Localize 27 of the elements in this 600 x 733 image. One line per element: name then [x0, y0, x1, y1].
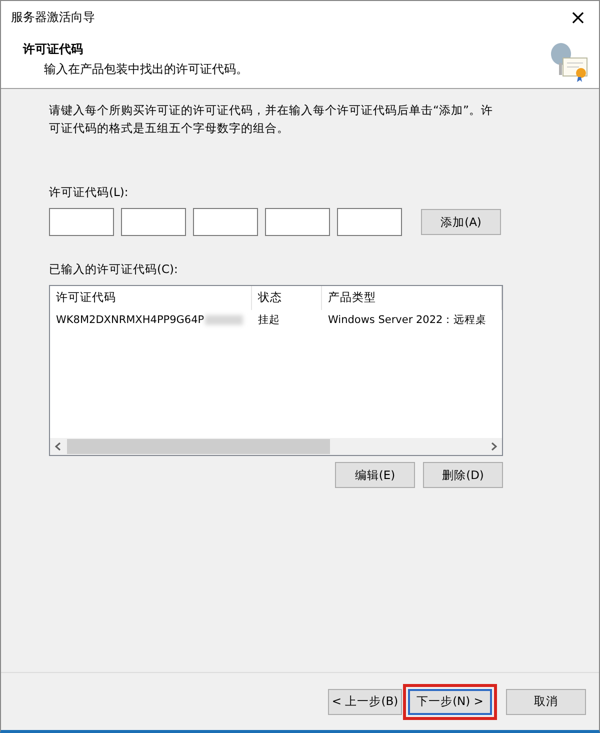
instructions-text: 请键入每个所购买许可证的许可证代码，并在输入每个许可证代码后单击“添加”。许可证代码的格式是五组五个字母数字的组合。 [49, 102, 494, 137]
close-button[interactable]: × [563, 3, 593, 31]
list-label: 已输入的许可证代码(C): [49, 262, 179, 277]
blurred-text [205, 315, 244, 325]
delete-button[interactable]: 删除(D) [423, 462, 503, 488]
column-header[interactable]: 许可证代码 [50, 286, 252, 310]
code-input-field[interactable] [121, 208, 186, 236]
table-cell-text: Windows Server 2022：远程桌 [327, 313, 488, 327]
page-subtitle: 输入在产品包装中找出的许可证代码。 [43, 61, 248, 78]
window-title: 服务器激活向导 [11, 8, 95, 26]
column-header[interactable]: 产品类型 [322, 286, 502, 310]
code-input-field[interactable] [193, 208, 258, 236]
code-input-field[interactable] [49, 208, 114, 236]
edit-button[interactable]: 编辑(E) [335, 462, 415, 488]
field-label: 许可证代码(L): [49, 185, 130, 200]
back-button[interactable]: < 上一步(B) [328, 688, 402, 714]
cancel-button[interactable]: 取消 [506, 688, 586, 714]
page-title: 许可证代码 [23, 41, 84, 58]
table-cell-text: 挂起 [257, 313, 281, 327]
next-button[interactable]: 下一步(N) > [408, 688, 492, 714]
column-header[interactable]: 状态 [252, 286, 322, 310]
code-input-field[interactable] [265, 208, 330, 236]
horizontal-scrollbar[interactable] [50, 438, 502, 455]
add-button[interactable]: 添加(A) [421, 209, 501, 235]
code-input-field[interactable] [337, 208, 402, 236]
license-list[interactable]: 许可证代码 状态 产品类型 WK8M2DXNRMXH4PP9G64P 挂起 Windows Server 2022：远程桌 [49, 285, 503, 456]
table-cell: WK8M2DXNRMXH4PP9G64P [50, 314, 252, 326]
